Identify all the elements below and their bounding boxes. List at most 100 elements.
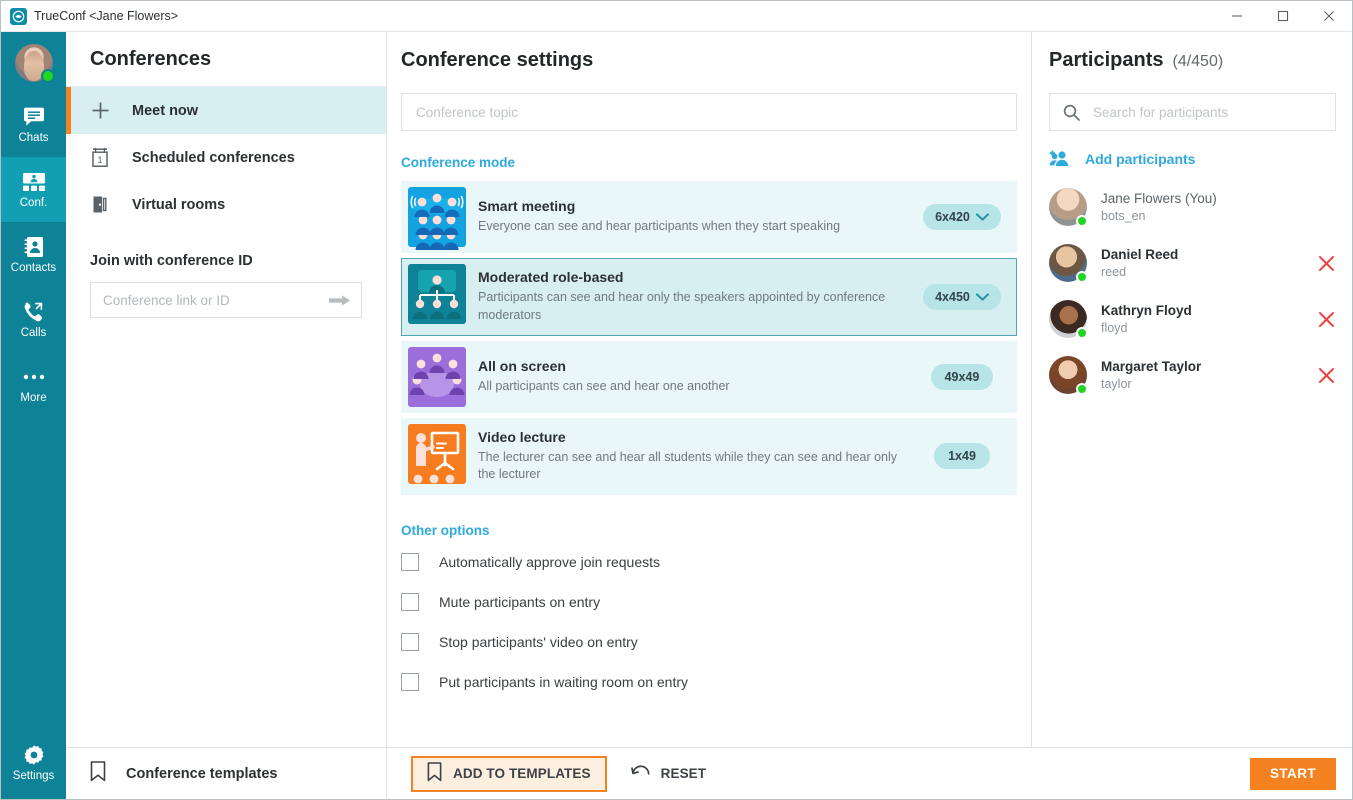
remove-participant-icon[interactable] — [1316, 367, 1336, 384]
bottom-toolbar: Conference templates ADD TO TEMPLATES RE… — [66, 747, 1352, 799]
option-label: Put participants in waiting room on entr… — [439, 674, 689, 690]
mode-card-right: 49x49 — [908, 342, 1016, 412]
sidebar-item-more[interactable]: More — [1, 352, 66, 417]
avatar — [1049, 188, 1088, 227]
mode-capacity-badge: 1x49 — [934, 443, 990, 470]
window-title: TrueConf <Jane Flowers> — [34, 9, 179, 23]
mode-capacity-dropdown[interactable]: 6x420 — [923, 204, 1001, 230]
mode-capacity-badge: 49x49 — [930, 363, 994, 390]
mode-card-right: 1x49 — [908, 419, 1016, 495]
add-to-templates-button[interactable]: ADD TO TEMPLATES — [411, 755, 607, 792]
moderated-role-based-icon — [402, 259, 472, 329]
conferences-header: Conferences — [66, 32, 386, 87]
nav-item-label: Scheduled conferences — [132, 149, 295, 166]
close-icon[interactable] — [1306, 1, 1352, 32]
online-status-dot — [1076, 271, 1088, 283]
conference-templates-label: Conference templates — [126, 765, 278, 782]
checkbox-mute-participants-on-entry[interactable] — [401, 593, 419, 611]
remove-participant-icon[interactable] — [1316, 255, 1336, 272]
conference-mode-heading: Conference mode — [401, 155, 516, 170]
mode-capacity-dropdown[interactable]: 4x450 — [923, 283, 1001, 310]
list-item[interactable]: Margaret Taylor taylor — [1033, 347, 1352, 403]
sidebar-item-conf[interactable]: Conf. — [1, 157, 66, 222]
add-participants-button[interactable]: Add participants — [1033, 131, 1352, 167]
nav-item-label: Meet now — [132, 102, 199, 119]
conferences-panel: Conferences Meet now 1 Scheduled confere… — [66, 32, 387, 799]
option-row[interactable]: Automatically approve join requests — [401, 542, 1017, 582]
mode-card-smart-meeting[interactable]: Smart meeting Everyone can see and hear … — [401, 181, 1017, 253]
conference-icon — [22, 169, 46, 195]
avatar — [1049, 356, 1088, 395]
nav-item-meet-now[interactable]: Meet now — [66, 87, 386, 134]
participants-header: Participants (4/450) — [1033, 32, 1352, 72]
option-label: Mute participants on entry — [439, 594, 601, 610]
trueconf-logo-icon — [10, 7, 27, 25]
mode-card-moderated-role-based[interactable]: Moderated role-based Participants can se… — [401, 258, 1017, 336]
online-status-dot — [1076, 327, 1088, 339]
mode-name: All on screen — [478, 357, 566, 374]
reset-button[interactable]: RESET — [615, 756, 723, 792]
page-title: Conferences — [90, 47, 212, 70]
mode-name: Moderated role-based — [478, 269, 624, 285]
search-icon — [1063, 104, 1080, 121]
start-button[interactable]: START — [1250, 757, 1336, 790]
participant-login: floyd — [1101, 321, 1128, 335]
smart-meeting-icon — [402, 182, 472, 252]
reset-label: RESET — [660, 766, 707, 781]
sidebar-item-label: Calls — [20, 327, 47, 340]
all-on-screen-icon — [402, 342, 472, 412]
sidebar-item-label: Conf. — [19, 197, 48, 210]
nav-item-scheduled-conferences[interactable]: 1 Scheduled conferences — [66, 134, 386, 181]
participants-list: Jane Flowers (You) bots_en Daniel Reed r… — [1033, 167, 1352, 403]
undo-icon — [630, 764, 650, 783]
left-nav-rail: Chats Conf. Contacts Calls More Settings — [1, 32, 66, 799]
search-input[interactable] — [1093, 104, 1322, 120]
nav-item-virtual-rooms[interactable]: Virtual rooms — [66, 181, 386, 228]
start-label: START — [1270, 766, 1316, 781]
mode-description: Everyone can see and hear participants w… — [478, 219, 841, 234]
participant-login: bots_en — [1101, 209, 1146, 223]
participants-search-box[interactable] — [1049, 93, 1336, 131]
option-label: Automatically approve join requests — [439, 554, 661, 570]
add-participants-label: Add participants — [1085, 150, 1196, 167]
list-item[interactable]: Kathryn Floyd floyd — [1033, 291, 1352, 347]
minimize-icon[interactable] — [1214, 1, 1260, 32]
conference-templates-button[interactable]: Conference templates — [66, 747, 387, 799]
join-conference-box[interactable] — [90, 282, 362, 318]
sidebar-item-settings[interactable]: Settings — [1, 730, 66, 795]
svg-text:1: 1 — [97, 155, 102, 165]
option-row[interactable]: Mute participants on entry — [401, 582, 1017, 622]
mode-card-video-lecture[interactable]: Video lecture The lecturer can see and h… — [401, 417, 1017, 495]
online-status-dot — [40, 69, 55, 83]
list-item[interactable]: Daniel Reed reed — [1033, 235, 1352, 291]
maximize-icon[interactable] — [1260, 1, 1306, 32]
conference-topic-box[interactable] — [401, 93, 1017, 131]
chat-icon — [23, 104, 45, 130]
participant-login: reed — [1101, 265, 1127, 279]
mode-card-body: Smart meeting Everyone can see and hear … — [472, 182, 908, 252]
avatar[interactable] — [14, 44, 55, 83]
participants-panel: Participants (4/450) Search for particip… — [1033, 32, 1352, 747]
mode-description: Participants can see and hear only the s… — [478, 290, 886, 322]
bottom-actions: ADD TO TEMPLATES RESET — [387, 755, 1030, 792]
checkbox-put-participants-in-waiting-room[interactable] — [401, 673, 419, 691]
mode-card-all-on-screen[interactable]: All on screen All participants can see a… — [401, 340, 1017, 413]
sidebar-item-chats[interactable]: Chats — [1, 92, 66, 157]
sidebar-item-label: Chats — [18, 132, 49, 145]
checkbox-auto-approve-join-requests[interactable] — [401, 553, 419, 571]
option-row[interactable]: Put participants in waiting room on entr… — [401, 662, 1017, 702]
door-icon — [89, 195, 111, 214]
sidebar-item-contacts[interactable]: Contacts — [1, 222, 66, 287]
online-status-dot — [1076, 383, 1088, 395]
checkbox-stop-participants-video-on-entry[interactable] — [401, 633, 419, 651]
option-row[interactable]: Stop participants' video on entry — [401, 622, 1017, 662]
mode-description: The lecturer can see and hear all studen… — [478, 449, 898, 482]
conference-topic-input[interactable] — [416, 104, 1002, 120]
nav-item-label: Virtual rooms — [132, 196, 226, 213]
arrow-right-icon[interactable] — [329, 294, 351, 307]
list-item[interactable]: Jane Flowers (You) bots_en — [1033, 179, 1352, 235]
remove-participant-icon[interactable] — [1316, 311, 1336, 328]
trueconf-window: TrueConf <Jane Flowers> Chats Conf. Cont… — [0, 0, 1353, 800]
sidebar-item-calls[interactable]: Calls — [1, 287, 66, 352]
conference-id-input[interactable] — [103, 292, 329, 308]
